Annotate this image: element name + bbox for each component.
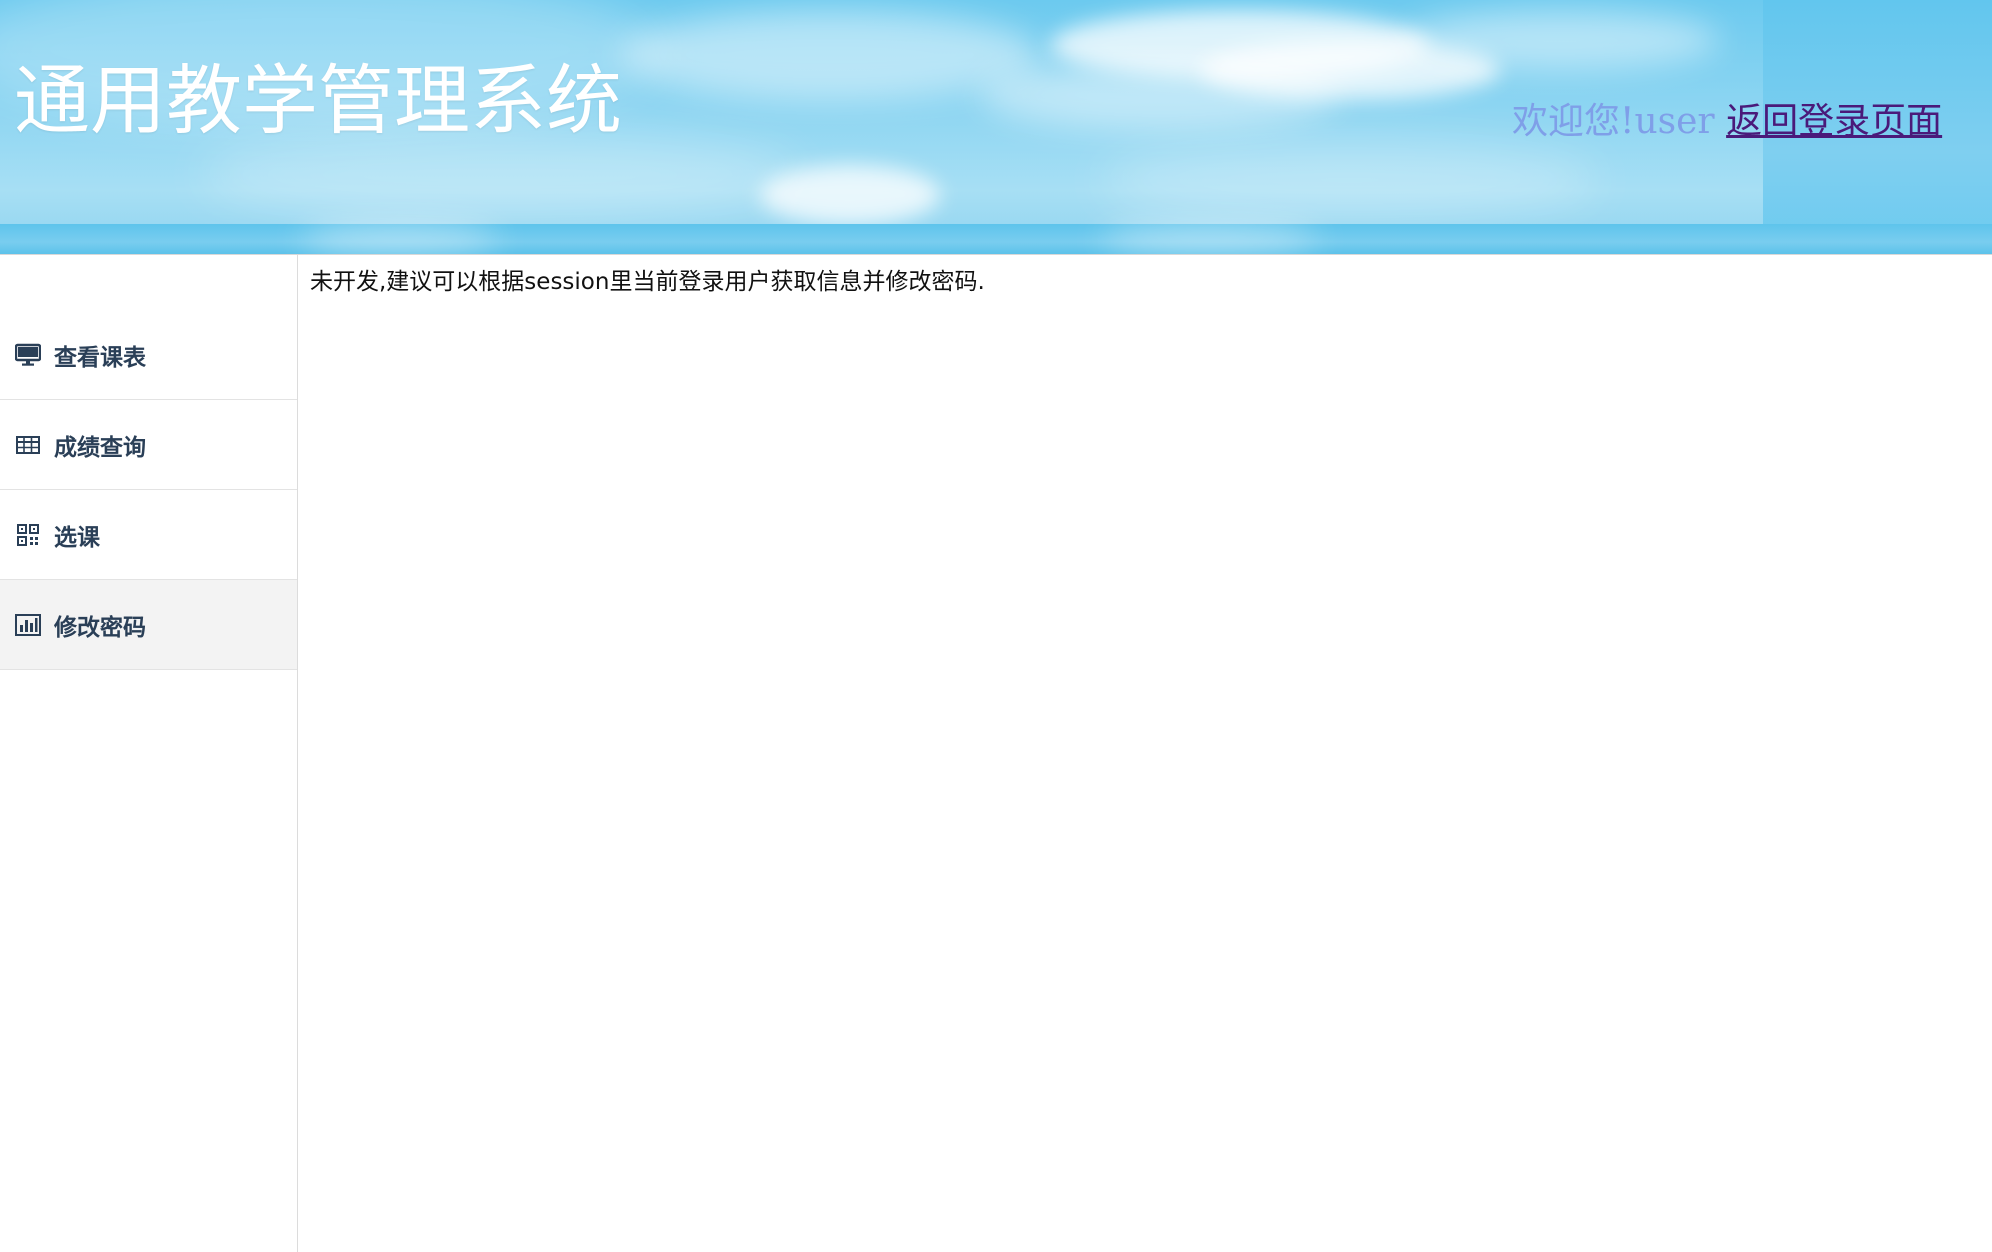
user-area: 欢迎您!user 返回登录页面 (1512, 100, 1942, 144)
cloud-decoration (1100, 140, 1600, 220)
header-bottom-strip (0, 224, 1992, 254)
app-title: 通用教学管理系统 (14, 56, 622, 145)
sidebar-item-label: 选课 (54, 524, 100, 551)
sidebar-item-label: 查看课表 (54, 344, 146, 371)
monitor-icon (14, 341, 42, 369)
cloud-decoration (980, 60, 1340, 130)
sidebar-item-grade-query[interactable]: 成绩查询 (0, 400, 297, 490)
main-content: 未开发,建议可以根据session里当前登录用户获取信息并修改密码. (298, 255, 1992, 1252)
cloud-decoration (620, 10, 1040, 100)
qrcode-icon (14, 521, 42, 549)
page: 通用教学管理系统 欢迎您!user 返回登录页面 查看课表 成绩查询 选课 修改… (0, 0, 1992, 1252)
cloud-decoration (1400, 10, 1720, 70)
sidebar-item-label: 成绩查询 (54, 434, 146, 461)
welcome-text: 欢迎您!user (1512, 101, 1715, 142)
sidebar-item-label: 修改密码 (54, 614, 146, 641)
cloud-decoration (300, 224, 500, 254)
sidebar-nav: 查看课表 成绩查询 选课 修改密码 (0, 255, 298, 1252)
sidebar-item-view-schedule[interactable]: 查看课表 (0, 310, 297, 400)
bar-chart-icon (14, 611, 42, 639)
info-message: 未开发,建议可以根据session里当前登录用户获取信息并修改密码. (310, 269, 985, 295)
table-icon (14, 431, 42, 459)
sidebar-item-change-password[interactable]: 修改密码 (0, 580, 297, 670)
cloud-decoration (1100, 224, 1320, 254)
back-to-login-link[interactable]: 返回登录页面 (1726, 101, 1942, 142)
sidebar-item-course-selection[interactable]: 选课 (0, 490, 297, 580)
header-banner: 通用教学管理系统 欢迎您!user 返回登录页面 (0, 0, 1992, 254)
